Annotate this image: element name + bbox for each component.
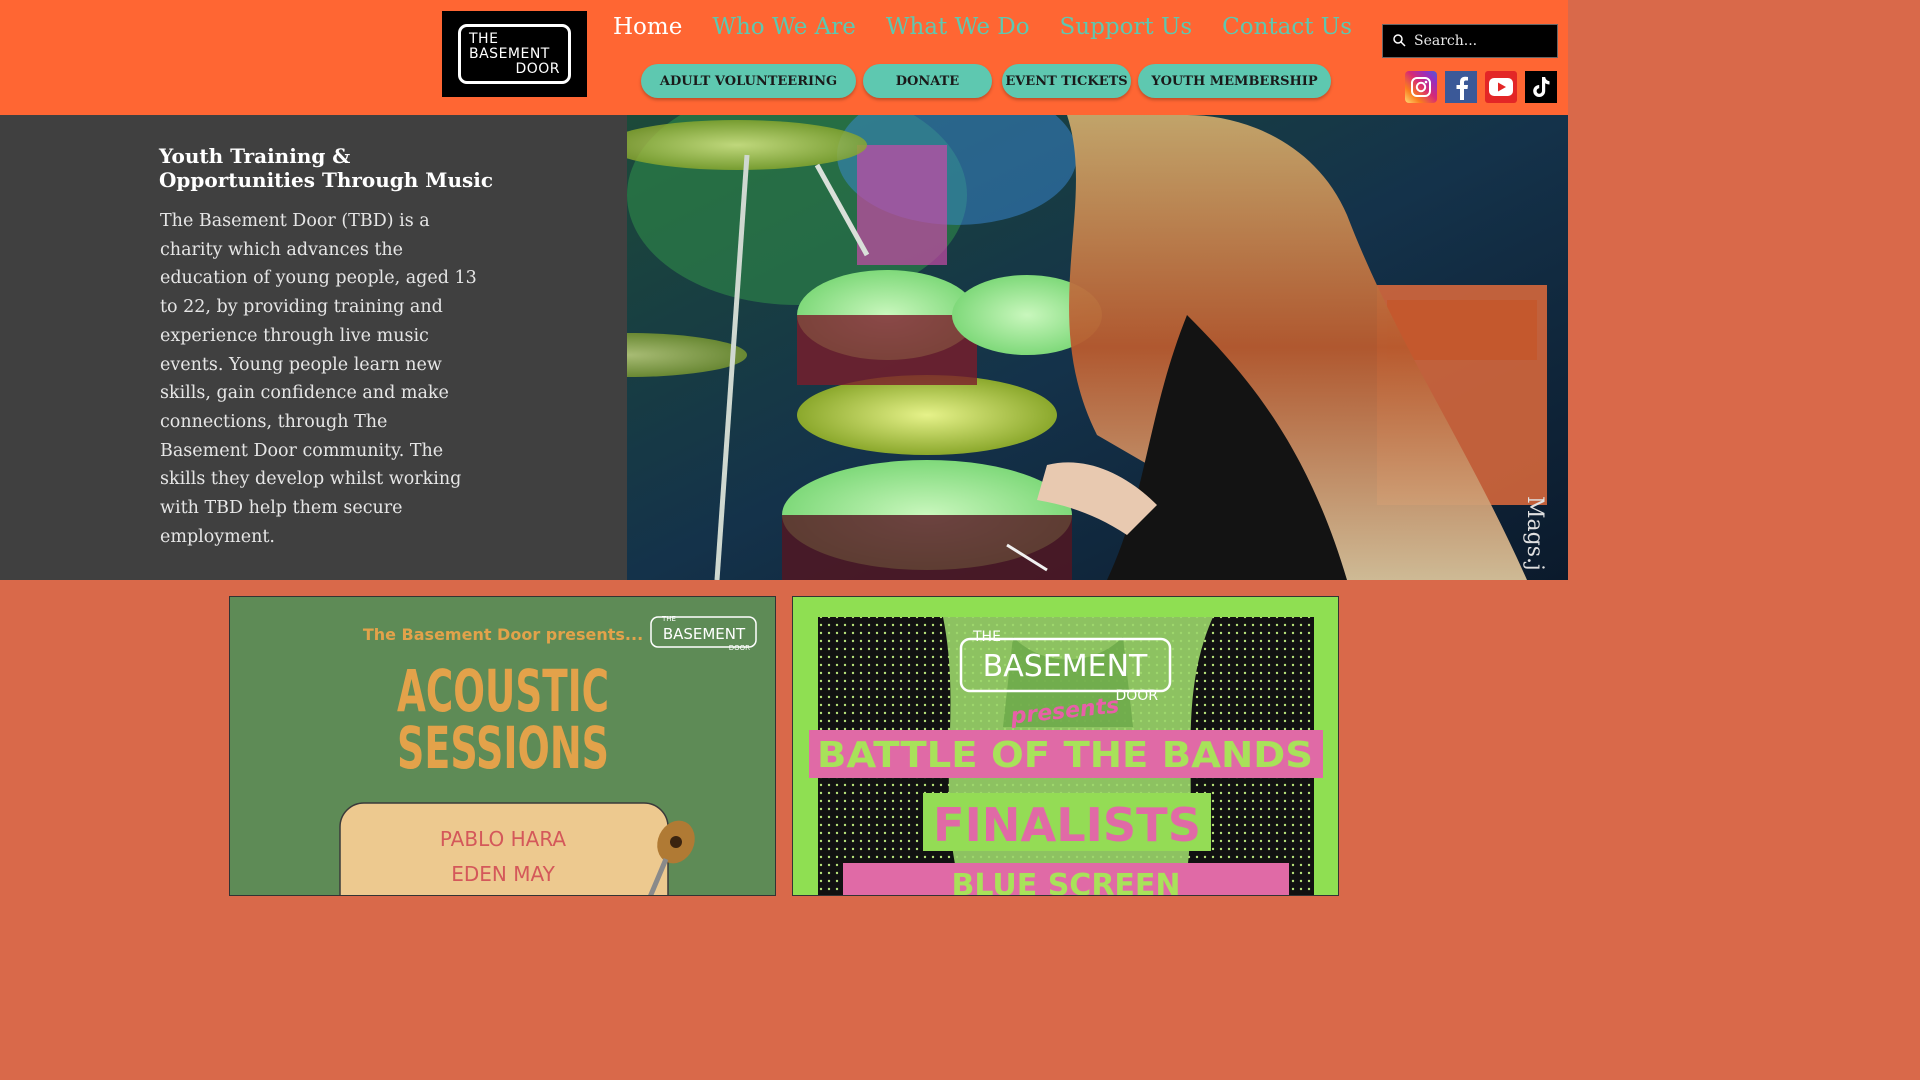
- adult-volunteering-button[interactable]: ADULT VOLUNTEERING: [641, 64, 856, 98]
- hero-title-line-1: Youth Training &: [159, 144, 351, 168]
- poster-artist-1: PABLO HARA: [440, 827, 567, 851]
- poster-b-subtitle: FINALISTS: [933, 798, 1201, 852]
- main-nav: Home Who We Are What We Do Support Us Co…: [598, 14, 1367, 40]
- nav-home[interactable]: Home: [598, 14, 697, 40]
- nav-contact-us[interactable]: Contact Us: [1207, 14, 1367, 40]
- nav-what-we-do[interactable]: What We Do: [871, 14, 1045, 40]
- poster-title-sessions: SESSIONS: [397, 714, 609, 782]
- poster-logo-basement: BASEMENT: [663, 625, 746, 643]
- facebook-icon[interactable]: [1445, 71, 1477, 103]
- nav-support-us[interactable]: Support Us: [1045, 14, 1208, 40]
- battle-of-the-bands-poster[interactable]: THE BASEMENT DOOR presents BATTLE OF THE…: [792, 596, 1339, 896]
- hero-title-line-2: Opportunities Through Music: [159, 168, 494, 192]
- logo-line-basement: BASEMENT: [469, 46, 550, 62]
- poster-b-logo-basement: BASEMENT: [983, 649, 1148, 684]
- donate-button[interactable]: DONATE: [863, 64, 992, 98]
- poster-logo-door: DOOR: [729, 644, 750, 652]
- tiktok-icon[interactable]: [1525, 71, 1557, 103]
- search-icon[interactable]: [1393, 32, 1406, 51]
- instagram-icon[interactable]: [1405, 71, 1437, 103]
- photo-credit: Mags.j: [1522, 496, 1547, 571]
- poster-b-logo-door: DOOR: [1115, 688, 1158, 704]
- nav-who-we-are[interactable]: Who We Are: [697, 14, 871, 40]
- site-header: THE BASEMENT DOOR Home Who We Are What W…: [0, 0, 1568, 115]
- social-links: [1405, 71, 1557, 103]
- action-buttons: ADULT VOLUNTEERING DONATE EVENT TICKETS …: [0, 64, 1568, 98]
- youth-membership-button[interactable]: YOUTH MEMBERSHIP: [1138, 64, 1331, 98]
- event-tickets-button[interactable]: EVENT TICKETS: [1002, 64, 1131, 98]
- poster-presents-text: The Basement Door presents...: [363, 625, 643, 644]
- poster-b-band: BLUE SCREEN: [951, 868, 1180, 896]
- youtube-icon[interactable]: [1485, 71, 1517, 103]
- poster-b-title: BATTLE OF THE BANDS: [817, 735, 1313, 776]
- poster-artist-2: EDEN MAY: [451, 862, 555, 886]
- acoustic-sessions-poster[interactable]: The Basement Door presents... THE BASEME…: [229, 596, 776, 896]
- hero-title: Youth Training & Opportunities Through M…: [159, 144, 519, 192]
- search-input[interactable]: [1414, 33, 1544, 49]
- hero-description: The Basement Door (TBD) is a charity whi…: [160, 211, 477, 547]
- logo-line-the: THE: [469, 31, 499, 47]
- poster-logo-the: THE: [661, 615, 676, 623]
- poster-b-logo-the: THE: [972, 629, 1001, 645]
- search-bar[interactable]: [1382, 24, 1558, 58]
- hero-drummer-photo: [627, 115, 1568, 580]
